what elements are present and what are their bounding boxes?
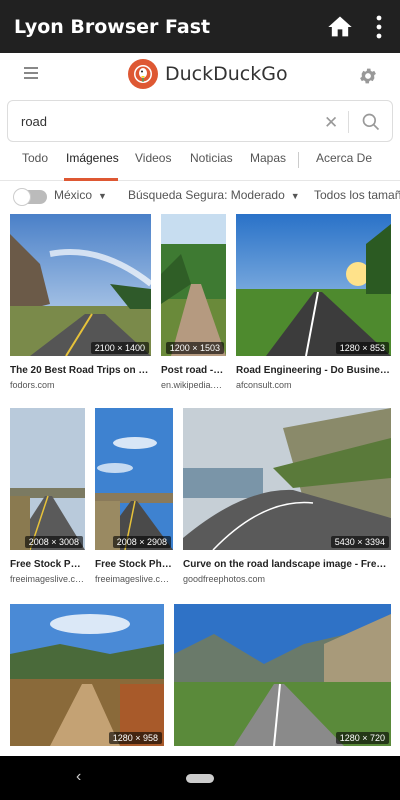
result-source: fodors.com <box>10 380 55 390</box>
image-result[interactable]: 2008 × 2908 Free Stock Photos freeimages… <box>95 408 173 588</box>
region-caret-icon: ▼ <box>98 191 107 201</box>
image-result[interactable]: 1280 × 720 <box>174 604 391 746</box>
app-title: Lyon Browser Fast <box>14 15 211 38</box>
image-result[interactable]: 2008 × 3008 Free Stock Photos freeimages… <box>10 408 85 588</box>
settings-gear-icon[interactable] <box>358 66 378 86</box>
tab-noticias[interactable]: Noticias <box>190 151 233 165</box>
image-result[interactable]: 2100 × 1400 The 20 Best Road Trips on Ea… <box>10 214 151 394</box>
size-filter[interactable]: Todos los tamaños <box>314 188 400 202</box>
result-title: Post road - Wikipedia <box>161 365 226 376</box>
home-pill-icon[interactable] <box>186 774 214 783</box>
safe-search-filter[interactable]: Búsqueda Segura: Moderado ▼ <box>128 188 300 202</box>
image-dimensions: 1280 × 720 <box>335 732 389 744</box>
result-thumbnail: 1280 × 958 <box>10 604 164 746</box>
safe-search-label: Búsqueda Segura: Moderado <box>128 188 285 202</box>
result-title: The 20 Best Road Trips on Earth <box>10 365 151 376</box>
more-vert-icon[interactable] <box>376 15 382 39</box>
image-dimensions: 1280 × 958 <box>108 732 162 744</box>
ddg-logo-text: DuckDuckGo <box>165 63 288 85</box>
result-title: Curve on the road landscape image - Free… <box>183 559 391 570</box>
image-dimensions: 2008 × 3008 <box>24 536 83 548</box>
result-source: freeimageslive.co.uk <box>95 574 173 584</box>
result-thumbnail: 2008 × 3008 <box>10 408 85 550</box>
search-box: ✕ <box>7 100 393 142</box>
back-icon[interactable]: ‹ <box>76 768 81 786</box>
result-thumbnail: 1200 × 1503 <box>161 214 226 356</box>
ddg-logo[interactable]: DuckDuckGo <box>128 59 288 89</box>
result-source: goodfreephotos.com <box>183 574 266 584</box>
tab-imagenes[interactable]: Imágenes <box>66 151 119 165</box>
app-bar: Lyon Browser Fast <box>0 0 400 53</box>
image-dimensions: 2100 × 1400 <box>90 342 149 354</box>
safe-search-caret-icon: ▼ <box>290 191 300 201</box>
tab-todo[interactable]: Todo <box>22 151 48 165</box>
search-divider <box>348 111 349 133</box>
home-icon[interactable] <box>326 13 354 41</box>
filter-bar: México ▼ Búsqueda Segura: Moderado ▼ Todos… <box>0 181 400 211</box>
search-icon[interactable] <box>361 112 381 132</box>
result-title: Road Engineering - Do Business with Us <box>236 365 391 376</box>
image-dimensions: 2008 × 2908 <box>112 536 171 548</box>
result-source: freeimageslive.co.uk <box>10 574 85 584</box>
tab-videos[interactable]: Videos <box>135 151 171 165</box>
image-result[interactable]: 5430 × 3394 Curve on the road landscape … <box>183 408 391 588</box>
tab-mapas[interactable]: Mapas <box>250 151 286 165</box>
region-filter-label: México <box>54 188 93 202</box>
result-thumbnail: 5430 × 3394 <box>183 408 391 550</box>
result-thumbnail: 1280 × 720 <box>174 604 391 746</box>
clear-search-icon[interactable]: ✕ <box>324 113 338 133</box>
system-nav-bar: ‹ <box>0 756 400 800</box>
image-result[interactable]: 1280 × 853 Road Engineering - Do Busines… <box>236 214 391 394</box>
result-thumbnail: 2100 × 1400 <box>10 214 151 356</box>
image-result[interactable]: 1200 × 1503 Post road - Wikipedia en.wik… <box>161 214 226 394</box>
tab-acerca-de[interactable]: Acerca De <box>316 151 372 165</box>
result-title: Free Stock Photos <box>95 559 173 570</box>
search-input[interactable] <box>21 113 311 129</box>
menu-icon[interactable] <box>24 67 38 79</box>
image-dimensions: 1280 × 853 <box>335 342 389 354</box>
image-result[interactable]: 1280 × 958 <box>10 604 164 746</box>
result-thumbnail: 2008 × 2908 <box>95 408 173 550</box>
search-tabs: Todo Imágenes Videos Noticias Mapas Acer… <box>0 143 400 181</box>
image-dimensions: 1200 × 1503 <box>165 342 224 354</box>
ddg-header: DuckDuckGo <box>0 53 400 100</box>
image-dimensions: 5430 × 3394 <box>330 536 389 548</box>
region-filter[interactable]: México ▼ <box>54 188 107 202</box>
result-source: afconsult.com <box>236 380 292 390</box>
tabs-separator <box>298 152 299 168</box>
result-title: Free Stock Photos <box>10 559 85 570</box>
duck-logo-icon <box>128 59 158 89</box>
region-toggle[interactable] <box>13 188 47 206</box>
result-source: en.wikipedia.org <box>161 380 226 390</box>
result-thumbnail: 1280 × 853 <box>236 214 391 356</box>
